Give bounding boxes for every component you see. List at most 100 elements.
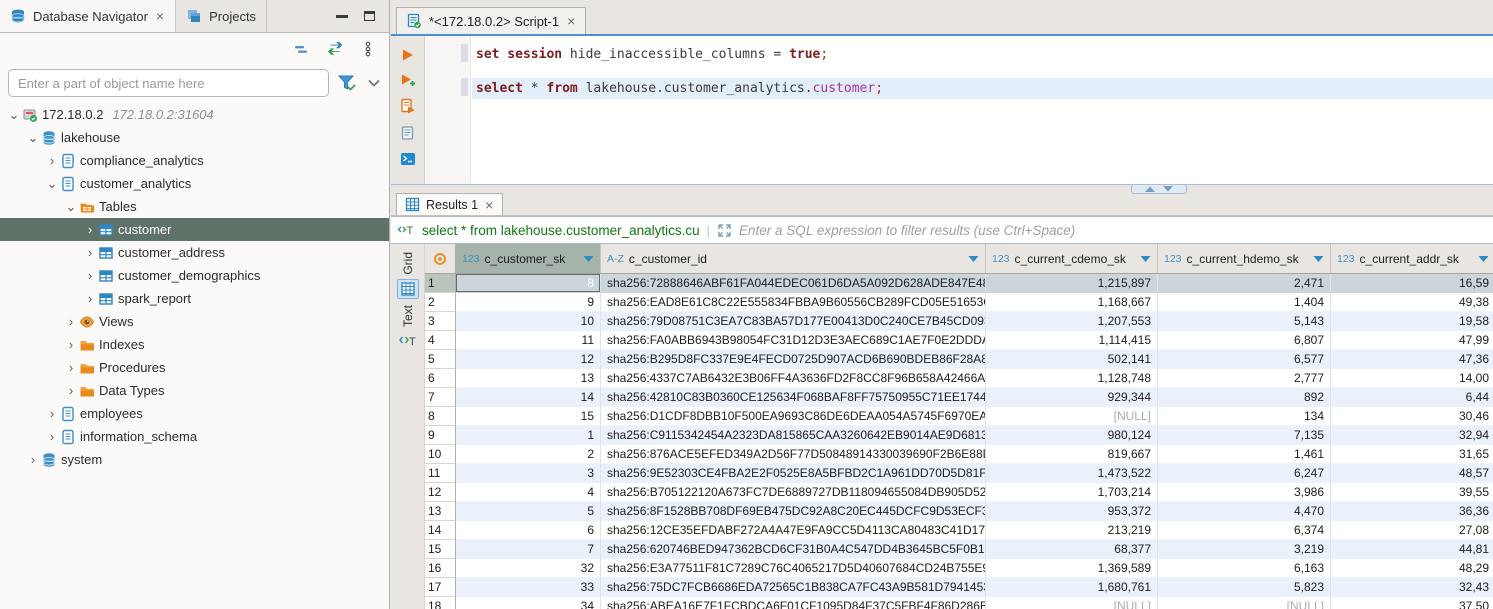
cell-c_current_hdemo_sk[interactable]: 1,461 [1158,445,1331,464]
cell-c_current_addr_sk[interactable]: 6,44 [1331,388,1493,407]
cell-c_customer_sk[interactable]: 11 [456,331,601,350]
cell-c_customer_id[interactable]: sha256:FA0ABB6943B98054FC31D12D3E3AEC689… [601,331,986,350]
cell-c_current_addr_sk[interactable]: 14,00 [1331,369,1493,388]
tree-item-tables[interactable]: ⌄Tables [0,195,389,218]
chevron-down-icon[interactable] [367,79,381,87]
cell-c_customer_sk[interactable]: 32 [456,559,601,578]
row-number[interactable]: 16 [425,559,456,578]
cell-c_current_addr_sk[interactable]: 32,43 [1331,578,1493,597]
editor-tab-script-1[interactable]: *<172.18.0.2> Script-1 × [396,7,586,34]
cell-c_current_hdemo_sk[interactable]: 892 [1158,388,1331,407]
row-number[interactable]: 6 [425,369,456,388]
expander-collapsed-icon[interactable]: › [44,153,60,168]
cell-c_customer_sk[interactable]: 10 [456,312,601,331]
cell-c_customer_sk[interactable]: 33 [456,578,601,597]
cell-c_current_cdemo_sk[interactable]: [NULL] [986,407,1158,426]
expander-collapsed-icon[interactable]: › [82,291,98,306]
cell-c_current_cdemo_sk[interactable]: 929,344 [986,388,1158,407]
tab-projects[interactable]: Projects [176,0,267,32]
row-number[interactable]: 3 [425,312,456,331]
sort-dropdown-icon[interactable] [1140,255,1151,263]
cell-c_current_addr_sk[interactable]: 19,58 [1331,312,1493,331]
view-menu-icon[interactable] [363,41,373,57]
row-number[interactable]: 18 [425,597,456,609]
tree-item-spark-report[interactable]: ›spark_report [0,287,389,310]
tree-item-employees[interactable]: ›employees [0,402,389,425]
cell-c_current_cdemo_sk[interactable]: 1,369,589 [986,559,1158,578]
cell-c_customer_sk[interactable]: 12 [456,350,601,369]
sort-dropdown-icon[interactable] [1478,255,1489,263]
cell-c_current_cdemo_sk[interactable]: 1,128,748 [986,369,1158,388]
cell-c_current_cdemo_sk[interactable]: 1,680,761 [986,578,1158,597]
close-icon[interactable]: × [155,9,165,23]
collapse-up-icon[interactable] [1145,186,1155,192]
minimize-icon[interactable] [336,14,348,18]
sort-dropdown-icon[interactable] [1313,255,1324,263]
cell-c_customer_id[interactable]: sha256:D1CDF8DBB10F500EA9693C86DE6DEAA05… [601,407,986,426]
cell-c_customer_id[interactable]: sha256:9E52303CE4FBA2E2F0525E8A5BFBD2C1A… [601,464,986,483]
cell-c_customer_sk[interactable]: 1 [456,426,601,445]
tree-item-procedures[interactable]: ›Procedures [0,356,389,379]
cell-c_customer_sk[interactable]: 7 [456,540,601,559]
sort-dropdown-icon[interactable] [583,255,594,263]
cell-c_customer_id[interactable]: sha256:C9115342454A2323DA815865CAA326064… [601,426,986,445]
filter-icon[interactable] [337,74,357,92]
sql-statement-line[interactable]: select * from lakehouse.customer_analyti… [472,78,1493,99]
cell-c_current_hdemo_sk[interactable]: 6,807 [1158,331,1331,350]
cell-c_current_cdemo_sk[interactable]: 1,473,522 [986,464,1158,483]
row-number[interactable]: 13 [425,502,456,521]
cell-c_customer_id[interactable]: sha256:42810C83B0360CE125634F068BAF8FF75… [601,388,986,407]
cell-c_customer_sk[interactable]: 9 [456,293,601,312]
cell-c_current_cdemo_sk[interactable]: [NULL] [986,597,1158,609]
cell-c_customer_id[interactable]: sha256:72888646ABF61FA044EDEC061D6DA5A09… [601,274,986,293]
row-number[interactable]: 1 [425,274,456,293]
cell-c_current_addr_sk[interactable]: 44,81 [1331,540,1493,559]
cell-c_current_hdemo_sk[interactable]: 3,986 [1158,483,1331,502]
cell-c_current_cdemo_sk[interactable]: 1,703,214 [986,483,1158,502]
collapse-all-icon[interactable] [293,41,309,57]
tree-item-lakehouse[interactable]: ⌄lakehouse [0,126,389,149]
expand-filter-icon[interactable] [717,223,732,238]
sash-collapse-control[interactable] [1131,184,1187,194]
cell-c_current_hdemo_sk[interactable]: 6,374 [1158,521,1331,540]
expander-expanded-icon[interactable]: ⌄ [6,107,22,123]
cell-c_current_addr_sk[interactable]: 32,94 [1331,426,1493,445]
cell-c_current_addr_sk[interactable]: 27,08 [1331,521,1493,540]
cell-c_customer_sk[interactable]: 5 [456,502,601,521]
row-number[interactable]: 14 [425,521,456,540]
cell-c_customer_id[interactable]: sha256:12CE35EFDABF272A4A47E9FA9CC5D4113… [601,521,986,540]
cell-c_customer_sk[interactable]: 14 [456,388,601,407]
column-header-c_customer_sk[interactable]: 123c_customer_sk [456,244,601,273]
close-icon[interactable]: × [484,198,494,212]
expander-collapsed-icon[interactable]: › [63,337,79,352]
tree-item-information-schema[interactable]: ›information_schema [0,425,389,448]
expander-collapsed-icon[interactable]: › [82,268,98,283]
row-number[interactable]: 11 [425,464,456,483]
tree-item-views[interactable]: ›Views [0,310,389,333]
explain-plan-icon[interactable] [400,125,416,141]
tree-item-data-types[interactable]: ›Data Types [0,379,389,402]
maximize-icon[interactable] [364,11,375,21]
cell-c_customer_id[interactable]: sha256:ABEA16E7F1FCBDCA6F01CF1095D84F37C… [601,597,986,609]
results-filter-bar[interactable]: T select * from lakehouse.customer_analy… [391,216,1493,244]
expander-collapsed-icon[interactable]: › [44,429,60,444]
cell-c_current_addr_sk[interactable]: 16,59 [1331,274,1493,293]
column-header-c_current_cdemo_sk[interactable]: 123c_current_cdemo_sk [986,244,1158,273]
expander-collapsed-icon[interactable]: › [82,245,98,260]
row-number[interactable]: 8 [425,407,456,426]
row-number[interactable]: 7 [425,388,456,407]
custom-filter-icon[interactable]: T [397,223,415,237]
cell-c_current_hdemo_sk[interactable]: 7,135 [1158,426,1331,445]
link-with-editor-icon[interactable] [327,42,345,56]
expander-collapsed-icon[interactable]: › [44,406,60,421]
cell-c_current_cdemo_sk[interactable]: 1,207,553 [986,312,1158,331]
cell-c_customer_id[interactable]: sha256:B295D8FC337E9E4FECD0725D907ACD6B6… [601,350,986,369]
column-header-c_current_hdemo_sk[interactable]: 123c_current_hdemo_sk [1158,244,1331,273]
tree-item-indexes[interactable]: ›Indexes [0,333,389,356]
cell-c_current_addr_sk[interactable]: 48,57 [1331,464,1493,483]
expander-collapsed-icon[interactable]: › [63,383,79,398]
cell-c_current_addr_sk[interactable]: 48,29 [1331,559,1493,578]
cell-c_customer_id[interactable]: sha256:75DC7FCB6686EDA72565C1B838CA7FC43… [601,578,986,597]
cell-c_current_cdemo_sk[interactable]: 1,215,897 [986,274,1158,293]
cell-c_current_cdemo_sk[interactable]: 980,124 [986,426,1158,445]
